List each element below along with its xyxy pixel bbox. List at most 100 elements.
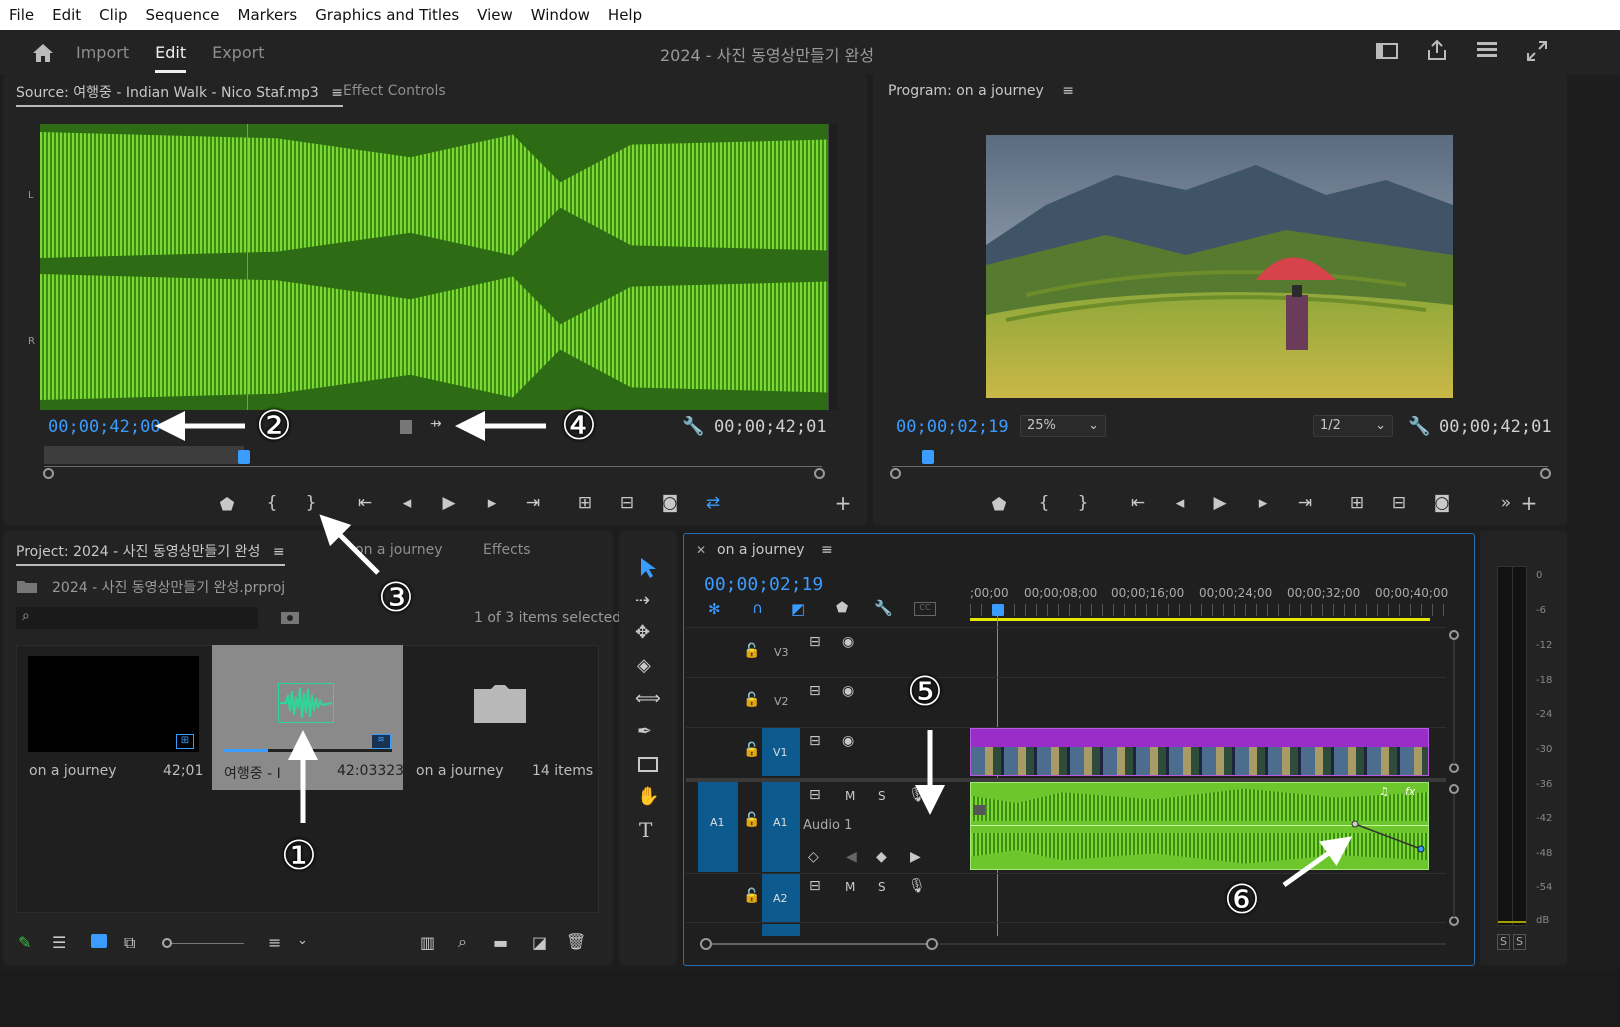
add-marker-button[interactable]: ⬟ xyxy=(216,494,238,516)
vscroll-handle[interactable] xyxy=(1449,630,1459,640)
hscroll-track[interactable] xyxy=(938,943,1446,945)
linked-selection-icon[interactable]: ◩ xyxy=(791,600,805,618)
prev-keyframe-icon[interactable]: ◀ xyxy=(846,849,857,865)
menu-sequence[interactable]: Sequence xyxy=(137,6,229,24)
overwrite-button[interactable]: ⊟ xyxy=(616,492,638,514)
source-settings-wrench-icon[interactable]: 🔧 xyxy=(682,416,704,437)
eye-icon[interactable]: ◉ xyxy=(842,683,854,699)
snap-magnet-icon[interactable]: ∩ xyxy=(752,599,763,617)
program-time-ruler[interactable] xyxy=(892,466,1548,467)
source-vertical-zoom-bar[interactable] xyxy=(828,124,838,410)
tab-export[interactable]: Export xyxy=(212,43,264,62)
program-add-marker-button[interactable]: ⬟ xyxy=(988,494,1010,516)
timeline-timecode[interactable]: 00;00;02;19 xyxy=(704,574,823,595)
solo-right-button[interactable]: S xyxy=(1513,934,1526,950)
mute-button[interactable]: M xyxy=(845,789,855,803)
home-icon[interactable] xyxy=(32,43,54,63)
vscroll-handle[interactable] xyxy=(1449,763,1459,773)
program-playhead[interactable] xyxy=(922,450,934,464)
audio-track-name[interactable]: Audio 1 xyxy=(803,818,852,833)
razor-tool-icon[interactable]: ◈ xyxy=(637,655,651,676)
zoom-select[interactable]: 25% ⌄ xyxy=(1020,415,1106,437)
audio-vscroll-track[interactable] xyxy=(1453,794,1455,917)
program-mark-in-button[interactable]: { xyxy=(1033,492,1055,514)
slip-tool-icon[interactable]: ⟺ xyxy=(635,688,661,709)
ripple-edit-tool-icon[interactable]: ✥ xyxy=(635,622,650,643)
quick-menu-icon[interactable] xyxy=(1476,41,1498,59)
track-target-a3[interactable] xyxy=(762,924,800,936)
menu-edit[interactable]: Edit xyxy=(43,6,90,24)
zoom-slider-handle[interactable] xyxy=(162,938,172,948)
audio-clip[interactable]: ♫ fx xyxy=(970,782,1429,870)
timeline-settings-wrench-icon[interactable]: 🔧 xyxy=(874,599,893,617)
source-tab[interactable]: Source: 여행중 - Indian Walk - Nico Staf.mp… xyxy=(16,82,344,107)
tab-import[interactable]: Import xyxy=(76,43,129,62)
next-keyframe-icon[interactable]: ▶ xyxy=(910,849,921,865)
source-waveform[interactable] xyxy=(40,124,828,410)
program-step-back-button[interactable]: ◂ xyxy=(1169,492,1191,514)
export-frame-camera-icon[interactable]: ◙ xyxy=(659,492,681,514)
sort-chevron-down-icon[interactable]: ⌄ xyxy=(297,933,308,948)
pencil-icon[interactable]: ✎ xyxy=(18,933,31,952)
program-tab[interactable]: Program: on a journey ≡ xyxy=(888,83,1074,99)
item-thumbnail-sequence[interactable]: ⊞ xyxy=(28,656,199,752)
freeform-view-icon[interactable]: ⧉ xyxy=(124,933,135,953)
sequence-tab[interactable]: on a journey ≡ xyxy=(717,542,833,558)
source-button-editor-plus[interactable]: + xyxy=(832,492,854,514)
timeline-marker-icon[interactable]: ⬟ xyxy=(836,600,848,616)
hscroll-handle-right[interactable] xyxy=(926,938,938,950)
sync-lock-icon[interactable]: ⊟ xyxy=(809,733,821,749)
source-playhead[interactable] xyxy=(238,450,250,464)
source-time-ruler[interactable] xyxy=(44,466,822,467)
lock-icon[interactable]: 🔓 xyxy=(743,643,760,659)
lock-icon[interactable]: 🔓 xyxy=(743,812,760,828)
menu-view[interactable]: View xyxy=(468,6,522,24)
sort-icon[interactable]: ≡ xyxy=(268,933,281,952)
rectangle-tool-icon[interactable] xyxy=(638,757,658,772)
folder-icon[interactable] xyxy=(473,684,527,724)
project-tab[interactable]: Project: 2024 - 사진 동영상만들기 완성 ≡ xyxy=(16,541,285,566)
source-zoom-handle-left[interactable] xyxy=(43,468,54,479)
source-zoom-handle-right[interactable] xyxy=(814,468,825,479)
program-timecode[interactable]: 00;00;02;19 xyxy=(896,417,1009,437)
more-controls-button[interactable]: » xyxy=(1495,492,1517,514)
vscroll-handle[interactable] xyxy=(1449,916,1459,926)
find-bin-icon[interactable] xyxy=(280,609,300,625)
microphone-icon[interactable]: 🎙 xyxy=(908,878,926,894)
menu-window[interactable]: Window xyxy=(522,6,599,24)
sync-lock-icon[interactable]: ⊟ xyxy=(809,787,821,803)
menu-file[interactable]: File xyxy=(0,6,43,24)
solo-left-button[interactable]: S xyxy=(1497,934,1510,950)
pen-tool-icon[interactable]: ✒ xyxy=(637,721,652,742)
trash-icon[interactable]: 🗑 xyxy=(566,932,586,951)
resolution-select[interactable]: 1/2 ⌄ xyxy=(1313,415,1393,437)
effect-controls-tab[interactable]: Effect Controls xyxy=(343,83,446,99)
lock-icon[interactable]: 🔓 xyxy=(743,888,760,904)
hscroll-handle-left[interactable] xyxy=(700,938,712,950)
menu-markers[interactable]: Markers xyxy=(229,6,307,24)
drag-video-icon[interactable] xyxy=(397,418,415,436)
tab-edit[interactable]: Edit xyxy=(155,43,187,73)
solo-button[interactable]: S xyxy=(878,789,886,803)
volume-keyframe-ramp[interactable] xyxy=(1351,819,1429,853)
work-area-bar[interactable] xyxy=(970,618,1430,621)
drag-audio-icon[interactable]: ⇸ xyxy=(430,416,442,432)
program-step-forward-button[interactable]: ▸ xyxy=(1252,492,1274,514)
video-clips[interactable] xyxy=(970,728,1429,776)
go-to-out-button[interactable]: ⇥ xyxy=(522,492,544,514)
play-button[interactable]: ▶ xyxy=(438,492,460,514)
timeline-ruler-ticks[interactable] xyxy=(970,604,1446,616)
microphone-icon[interactable]: 🎙 xyxy=(908,787,926,803)
eye-icon[interactable]: ◉ xyxy=(842,634,854,650)
close-sequence-icon[interactable]: ✕ xyxy=(696,543,706,557)
source-timecode-in[interactable]: 00;00;42;00 xyxy=(48,417,161,437)
find-icon[interactable]: ⌕ xyxy=(458,932,467,952)
captions-icon[interactable]: CC xyxy=(914,602,936,616)
new-bin-icon[interactable]: ▬ xyxy=(493,933,508,952)
lock-icon[interactable]: 🔓 xyxy=(743,692,760,708)
add-keyframe-icon[interactable]: ◆ xyxy=(876,849,887,865)
program-go-to-in-button[interactable]: ⇤ xyxy=(1127,492,1149,514)
hscroll-thumb[interactable] xyxy=(712,943,926,945)
program-play-button[interactable]: ▶ xyxy=(1209,492,1231,514)
loop-button[interactable]: ⇄ xyxy=(702,492,724,514)
